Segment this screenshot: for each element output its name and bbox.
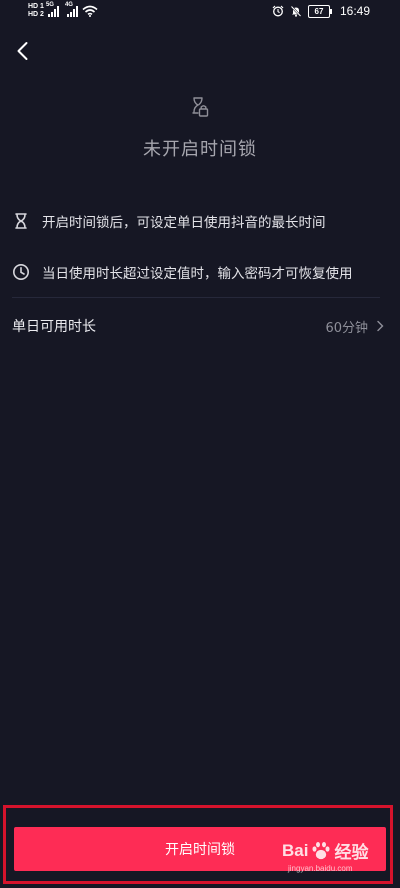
- network-type-2: 4G: [64, 2, 73, 8]
- info-text-limit: 开启时间锁后，可设定单日使用抖音的最长时间: [42, 215, 326, 231]
- sim2-label: HD 2: [28, 11, 44, 18]
- signal-icon-2: 4G: [64, 2, 78, 17]
- sim-labels: HD 1 HD 2: [28, 3, 44, 19]
- sim1-label: HD 1: [28, 3, 44, 10]
- network-type-1: 5G: [45, 2, 54, 8]
- hourglass-lock-icon: [192, 97, 209, 117]
- status-left: HD 1 HD 2 5G 4G: [28, 2, 98, 19]
- chevron-right-icon: [377, 320, 384, 332]
- alarm-icon: [272, 5, 284, 17]
- page-title: 未开启时间锁: [143, 139, 257, 160]
- hourglass-icon: [15, 213, 27, 229]
- enable-time-lock-button[interactable]: 开启时间锁: [14, 827, 386, 871]
- back-icon[interactable]: [12, 38, 36, 64]
- info-text-password: 当日使用时长超过设定值时，输入密码才可恢复使用: [42, 266, 353, 282]
- daily-limit-setting-row[interactable]: 单日可用时长 60分钟: [12, 312, 384, 340]
- signal-icon-1: 5G: [45, 2, 59, 17]
- wifi-icon: [82, 5, 98, 17]
- divider: [12, 297, 380, 298]
- clock-time: 16:49: [339, 4, 370, 18]
- status-right: 67 16:49: [272, 4, 370, 18]
- mute-bell-icon: [290, 5, 302, 17]
- setting-value-group: 60分钟: [325, 317, 384, 336]
- status-bar: HD 1 HD 2 5G 4G 67 16:49: [0, 0, 400, 28]
- clock-icon: [13, 264, 29, 280]
- info-row-password: 当日使用时长超过设定值时，输入密码才可恢复使用: [12, 262, 388, 282]
- info-row-limit: 开启时间锁后，可设定单日使用抖音的最长时间: [12, 211, 388, 231]
- setting-label: 单日可用时长: [12, 319, 96, 335]
- battery-indicator: 67: [307, 4, 332, 18]
- setting-value: 60分钟: [325, 320, 368, 336]
